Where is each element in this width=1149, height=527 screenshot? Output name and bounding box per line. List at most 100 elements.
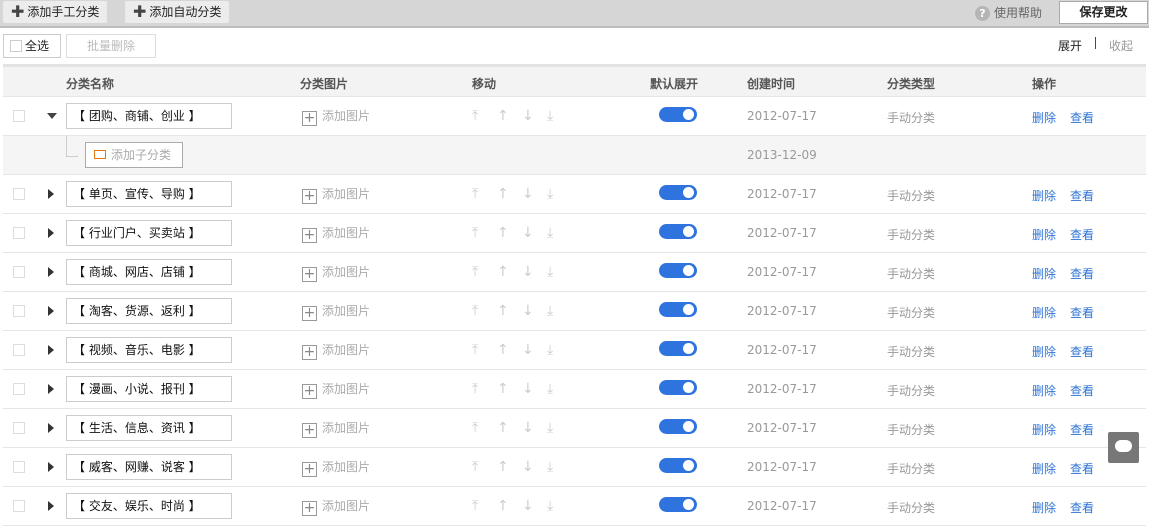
move-down-icon[interactable]: ↓ xyxy=(522,460,534,474)
add-image-button[interactable]: + 添加图片 xyxy=(302,381,370,399)
caret-right-icon[interactable] xyxy=(48,189,54,199)
category-name-input[interactable]: 【 商城、网店、店铺 】 xyxy=(66,259,232,285)
default-expand-toggle[interactable] xyxy=(659,458,697,473)
add-image-button[interactable]: + 添加图片 xyxy=(302,420,370,438)
move-up-icon[interactable]: ↑ xyxy=(497,265,509,279)
default-expand-toggle[interactable] xyxy=(659,107,697,122)
move-top-icon[interactable]: ⤒ xyxy=(472,226,478,240)
move-top-icon[interactable]: ⤒ xyxy=(472,109,478,123)
category-name-input[interactable]: 【 行业门户、买卖站 】 xyxy=(66,220,232,246)
add-auto-category-button[interactable]: ✚ 添加自动分类 xyxy=(125,1,230,23)
move-top-icon[interactable]: ⤒ xyxy=(472,460,478,474)
view-link[interactable]: 查看 xyxy=(1070,382,1094,399)
row-checkbox[interactable] xyxy=(13,344,25,356)
default-expand-toggle[interactable] xyxy=(659,380,697,395)
row-checkbox[interactable] xyxy=(13,383,25,395)
view-link[interactable]: 查看 xyxy=(1070,265,1094,282)
default-expand-toggle[interactable] xyxy=(659,185,697,200)
move-top-icon[interactable]: ⤒ xyxy=(472,499,478,513)
default-expand-toggle[interactable] xyxy=(659,497,697,512)
move-top-icon[interactable]: ⤒ xyxy=(472,421,478,435)
move-down-icon[interactable]: ↓ xyxy=(522,304,534,318)
move-bottom-icon[interactable]: ⤓ xyxy=(547,460,553,474)
collapse-all-link[interactable]: 收起 xyxy=(1109,37,1133,54)
move-top-icon[interactable]: ⤒ xyxy=(472,304,478,318)
caret-right-icon[interactable] xyxy=(48,462,54,472)
select-all-checkbox[interactable]: 全选 xyxy=(3,34,61,58)
move-up-icon[interactable]: ↑ xyxy=(497,460,509,474)
row-checkbox[interactable] xyxy=(13,266,25,278)
caret-right-icon[interactable] xyxy=(48,384,54,394)
move-bottom-icon[interactable]: ⤓ xyxy=(547,499,553,513)
move-top-icon[interactable]: ⤒ xyxy=(472,187,478,201)
add-image-button[interactable]: + 添加图片 xyxy=(302,459,370,477)
view-link[interactable]: 查看 xyxy=(1070,304,1094,321)
move-down-icon[interactable]: ↓ xyxy=(522,382,534,396)
add-manual-category-button[interactable]: ✚ 添加手工分类 xyxy=(3,1,108,23)
add-subcategory-button[interactable]: 添加子分类 xyxy=(85,142,183,168)
move-down-icon[interactable]: ↓ xyxy=(522,109,534,123)
delete-link[interactable]: 删除 xyxy=(1032,460,1056,477)
move-down-icon[interactable]: ↓ xyxy=(522,187,534,201)
delete-link[interactable]: 删除 xyxy=(1032,343,1056,360)
caret-right-icon[interactable] xyxy=(48,306,54,316)
category-name-input[interactable]: 【 交友、娱乐、时尚 】 xyxy=(66,493,232,519)
category-name-input[interactable]: 【 漫画、小说、报刊 】 xyxy=(66,376,232,402)
move-top-icon[interactable]: ⤒ xyxy=(472,382,478,396)
expand-all-link[interactable]: 展开 xyxy=(1058,37,1082,54)
view-link[interactable]: 查看 xyxy=(1070,343,1094,360)
add-image-button[interactable]: + 添加图片 xyxy=(302,186,370,204)
add-image-button[interactable]: + 添加图片 xyxy=(302,342,370,360)
delete-link[interactable]: 删除 xyxy=(1032,109,1056,126)
move-down-icon[interactable]: ↓ xyxy=(522,343,534,357)
view-link[interactable]: 查看 xyxy=(1070,460,1094,477)
move-bottom-icon[interactable]: ⤓ xyxy=(547,304,553,318)
help-link[interactable]: ? 使用帮助 xyxy=(975,5,1042,21)
move-top-icon[interactable]: ⤒ xyxy=(472,265,478,279)
category-name-input[interactable]: 【 生活、信息、资讯 】 xyxy=(66,415,232,441)
move-up-icon[interactable]: ↑ xyxy=(497,343,509,357)
delete-link[interactable]: 删除 xyxy=(1032,187,1056,204)
move-bottom-icon[interactable]: ⤓ xyxy=(547,109,553,123)
delete-link[interactable]: 删除 xyxy=(1032,382,1056,399)
move-up-icon[interactable]: ↑ xyxy=(497,226,509,240)
delete-link[interactable]: 删除 xyxy=(1032,226,1056,243)
row-checkbox[interactable] xyxy=(13,500,25,512)
default-expand-toggle[interactable] xyxy=(659,263,697,278)
move-top-icon[interactable]: ⤒ xyxy=(472,343,478,357)
move-down-icon[interactable]: ↓ xyxy=(522,226,534,240)
default-expand-toggle[interactable] xyxy=(659,419,697,434)
view-link[interactable]: 查看 xyxy=(1070,226,1094,243)
delete-link[interactable]: 删除 xyxy=(1032,265,1056,282)
default-expand-toggle[interactable] xyxy=(659,341,697,356)
category-name-input[interactable]: 【 单页、宣传、导购 】 xyxy=(66,181,232,207)
move-bottom-icon[interactable]: ⤓ xyxy=(547,421,553,435)
view-link[interactable]: 查看 xyxy=(1070,421,1094,438)
delete-link[interactable]: 删除 xyxy=(1032,304,1056,321)
move-up-icon[interactable]: ↑ xyxy=(497,304,509,318)
move-bottom-icon[interactable]: ⤓ xyxy=(547,187,553,201)
view-link[interactable]: 查看 xyxy=(1070,187,1094,204)
category-name-input[interactable]: 【 视频、音乐、电影 】 xyxy=(66,337,232,363)
caret-right-icon[interactable] xyxy=(48,267,54,277)
move-down-icon[interactable]: ↓ xyxy=(522,499,534,513)
move-down-icon[interactable]: ↓ xyxy=(522,265,534,279)
row-checkbox[interactable] xyxy=(13,188,25,200)
move-bottom-icon[interactable]: ⤓ xyxy=(547,343,553,357)
category-name-input[interactable]: 【 威客、网赚、说客 】 xyxy=(66,454,232,480)
category-name-input[interactable]: 【 团购、商铺、创业 】 xyxy=(66,103,232,129)
move-bottom-icon[interactable]: ⤓ xyxy=(547,265,553,279)
batch-delete-button[interactable]: 批量删除 xyxy=(66,34,156,58)
save-changes-button[interactable]: 保存更改 xyxy=(1059,1,1148,24)
move-up-icon[interactable]: ↑ xyxy=(497,421,509,435)
view-link[interactable]: 查看 xyxy=(1070,109,1094,126)
default-expand-toggle[interactable] xyxy=(659,302,697,317)
view-link[interactable]: 查看 xyxy=(1070,499,1094,516)
category-name-input[interactable]: 【 淘客、货源、返利 】 xyxy=(66,298,232,324)
caret-down-icon[interactable] xyxy=(47,113,57,119)
caret-right-icon[interactable] xyxy=(48,228,54,238)
chat-icon[interactable] xyxy=(1108,432,1139,463)
move-down-icon[interactable]: ↓ xyxy=(522,421,534,435)
row-checkbox[interactable] xyxy=(13,422,25,434)
default-expand-toggle[interactable] xyxy=(659,224,697,239)
